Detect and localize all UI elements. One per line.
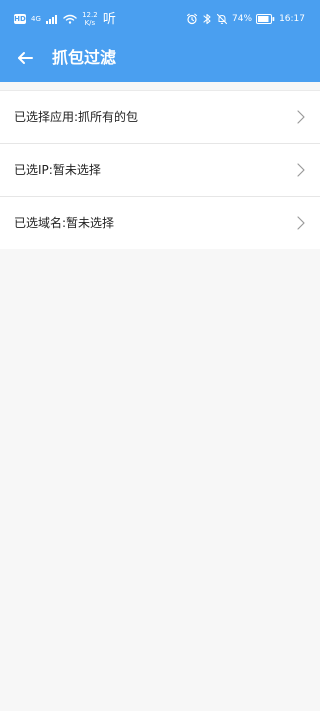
alarm-clock-icon	[186, 13, 198, 25]
battery-icon	[256, 14, 275, 24]
wifi-icon	[63, 14, 77, 24]
page-title: 抓包过滤	[52, 48, 117, 67]
empty-area	[0, 249, 320, 711]
arrow-left-icon	[16, 49, 34, 67]
selected-ip-label: 已选IP:暂未选择	[14, 163, 101, 177]
selected-domain-label: 已选域名:暂未选择	[14, 216, 115, 230]
filter-list: 已选择应用:抓所有的包 已选IP:暂未选择 已选域名:暂未选择	[0, 90, 320, 250]
status-left: HD 4G 12.2 K/s 听	[14, 11, 116, 27]
network-speed: 12.2 K/s	[82, 12, 98, 27]
chevron-right-icon	[296, 215, 306, 231]
app-screen: HD 4G 12.2 K/s 听 74% 16:17 抓包过滤 已选择应用:抓所…	[0, 0, 320, 711]
speed-unit: K/s	[84, 19, 96, 27]
selected-app-label: 已选择应用:抓所有的包	[14, 110, 139, 124]
status-right: 74% 16:17	[186, 12, 305, 26]
selected-domain-item[interactable]: 已选域名:暂未选择	[0, 197, 320, 250]
battery-percent: 74%	[232, 13, 253, 24]
listen-indicator: 听	[102, 11, 116, 27]
network-type: 4G	[31, 14, 41, 23]
mute-bell-icon	[216, 13, 228, 25]
status-bar: HD 4G 12.2 K/s 听 74% 16:17	[0, 0, 320, 38]
back-button[interactable]	[15, 48, 35, 68]
selected-app-item[interactable]: 已选择应用:抓所有的包	[0, 91, 320, 144]
hd-badge: HD	[14, 14, 26, 24]
signal-icon	[45, 14, 58, 24]
chevron-right-icon	[296, 109, 306, 125]
app-bar: 抓包过滤	[0, 38, 320, 82]
chevron-right-icon	[296, 162, 306, 178]
selected-ip-item[interactable]: 已选IP:暂未选择	[0, 144, 320, 197]
bluetooth-icon	[202, 13, 212, 25]
clock: 16:17	[279, 13, 305, 24]
top-header: HD 4G 12.2 K/s 听 74% 16:17 抓包过滤	[0, 0, 320, 82]
speed-value: 12.2	[82, 11, 98, 19]
